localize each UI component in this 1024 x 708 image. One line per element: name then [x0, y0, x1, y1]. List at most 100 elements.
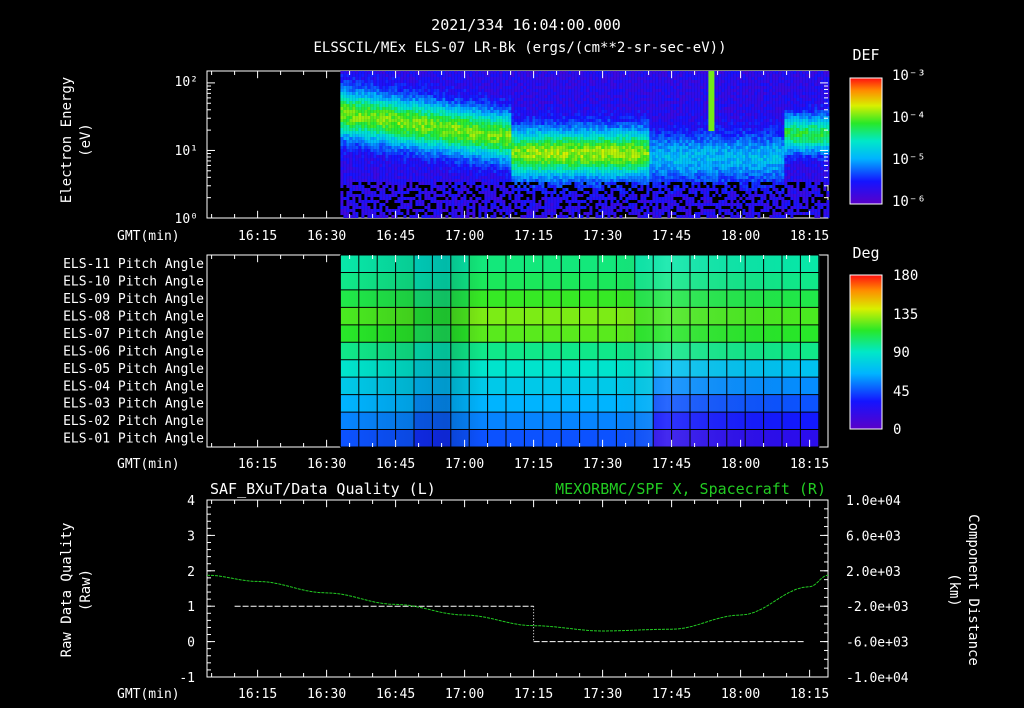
spectrogram-cell	[466, 116, 470, 119]
spectrogram-cell	[646, 110, 650, 113]
spectrogram-cell	[526, 215, 530, 218]
spectrogram-cell	[640, 158, 644, 161]
spectrogram-cell	[565, 167, 569, 170]
spectrogram-cell	[409, 137, 413, 140]
spectrogram-cell	[658, 86, 662, 89]
spectrogram-cell	[460, 137, 464, 140]
spectrogram-cell	[457, 149, 461, 152]
spectrogram-cell	[340, 194, 344, 197]
spectrogram-cell	[532, 104, 536, 107]
spectrogram-cell	[661, 170, 665, 173]
spectrogram-cell	[448, 188, 452, 191]
spectrogram-cell	[652, 77, 656, 80]
spectrogram-cell	[637, 146, 641, 149]
spectrogram-cell	[505, 149, 509, 152]
spectrogram-cell	[409, 92, 413, 95]
spectrogram-cell	[559, 89, 563, 92]
spectrogram-cell	[376, 215, 380, 218]
spectrogram-cell	[478, 92, 482, 95]
spectrogram-cell	[622, 158, 626, 161]
spectrogram-cell	[481, 176, 485, 179]
spectrogram-cell	[565, 143, 569, 146]
spectrogram-cell	[379, 143, 383, 146]
spectrogram-cell	[415, 83, 419, 86]
spectrogram-cell	[391, 146, 395, 149]
spectrogram-cell	[487, 104, 491, 107]
spectrogram-cell	[604, 167, 608, 170]
spectrogram-cell	[490, 209, 494, 212]
spectrogram-cell	[400, 98, 404, 101]
spectrogram-cell	[568, 113, 572, 116]
spectrogram-cell	[583, 170, 587, 173]
spectrogram-cell	[589, 140, 593, 143]
spectrogram-cell	[439, 161, 443, 164]
spectrogram-cell	[439, 113, 443, 116]
spectrogram-cell	[433, 95, 437, 98]
spectrogram-cell	[340, 191, 344, 194]
spectrogram-cell	[535, 137, 539, 140]
spectrogram-cell	[361, 206, 365, 209]
spectrogram-cell	[445, 146, 449, 149]
spectrogram-cell	[562, 122, 566, 125]
spectrogram-cell	[523, 185, 527, 188]
spectrogram-cell	[655, 152, 659, 155]
spectrogram-cell	[466, 158, 470, 161]
spectrogram-cell	[421, 86, 425, 89]
spectrogram-cell	[529, 89, 533, 92]
spectrogram-cell	[454, 179, 458, 182]
spectrogram-cell	[565, 83, 569, 86]
spectrogram-cell	[415, 212, 419, 215]
spectrogram-cell	[667, 164, 671, 167]
spectrogram-cell	[514, 194, 518, 197]
spectrogram-cell	[634, 149, 638, 152]
spectrogram-cell	[625, 137, 629, 140]
spectrogram-cell	[592, 155, 596, 158]
spectrogram-cell	[583, 116, 587, 119]
spectrogram-cell	[637, 167, 641, 170]
spectrogram-cell	[508, 170, 512, 173]
spectrogram-cell	[439, 131, 443, 134]
spectrogram-cell	[622, 140, 626, 143]
spectrogram-cell	[628, 158, 632, 161]
spectrogram-cell	[550, 104, 554, 107]
spectrogram-cell	[460, 95, 464, 98]
spectrogram-cell	[430, 191, 434, 194]
spectrogram-cell	[544, 86, 548, 89]
spectrogram-cell	[616, 149, 620, 152]
spectrogram-cell	[649, 173, 653, 176]
spectrogram-cell	[466, 125, 470, 128]
spectrogram-cell	[436, 200, 440, 203]
spectrogram-cell	[439, 104, 443, 107]
spectrogram-cell	[367, 89, 371, 92]
spectrogram-cell	[613, 173, 617, 176]
spectrogram-cell	[652, 113, 656, 116]
spectrogram-cell	[574, 134, 578, 137]
spectrogram-cell	[484, 194, 488, 197]
spectrogram-cell	[628, 86, 632, 89]
spectrogram-cell	[496, 146, 500, 149]
spectrogram-cell	[433, 122, 437, 125]
spectrogram-cell	[595, 152, 599, 155]
spectrogram-cell	[457, 152, 461, 155]
spectrogram-cell	[628, 149, 632, 152]
spectrogram-cell	[607, 212, 611, 215]
spectrogram-cell	[559, 143, 563, 146]
spectrogram-cell	[544, 140, 548, 143]
spectrogram-cell	[478, 128, 482, 131]
spectrogram-cell	[457, 92, 461, 95]
spectrogram-cell	[664, 137, 668, 140]
spectrogram-cell	[346, 197, 350, 200]
spectrogram-cell	[481, 164, 485, 167]
spectrogram-cell	[409, 131, 413, 134]
spectrogram-cell	[574, 209, 578, 212]
spectrogram-cell	[409, 185, 413, 188]
spectrogram-cell	[646, 152, 650, 155]
spectrogram-cell	[400, 77, 404, 80]
spectrogram-cell	[505, 137, 509, 140]
spectrogram-cell	[403, 167, 407, 170]
spectrogram-cell	[346, 83, 350, 86]
spectrogram-cell	[457, 170, 461, 173]
spectrogram-cell	[547, 134, 551, 137]
spectrogram-cell	[667, 86, 671, 89]
spectrogram-cell	[610, 95, 614, 98]
